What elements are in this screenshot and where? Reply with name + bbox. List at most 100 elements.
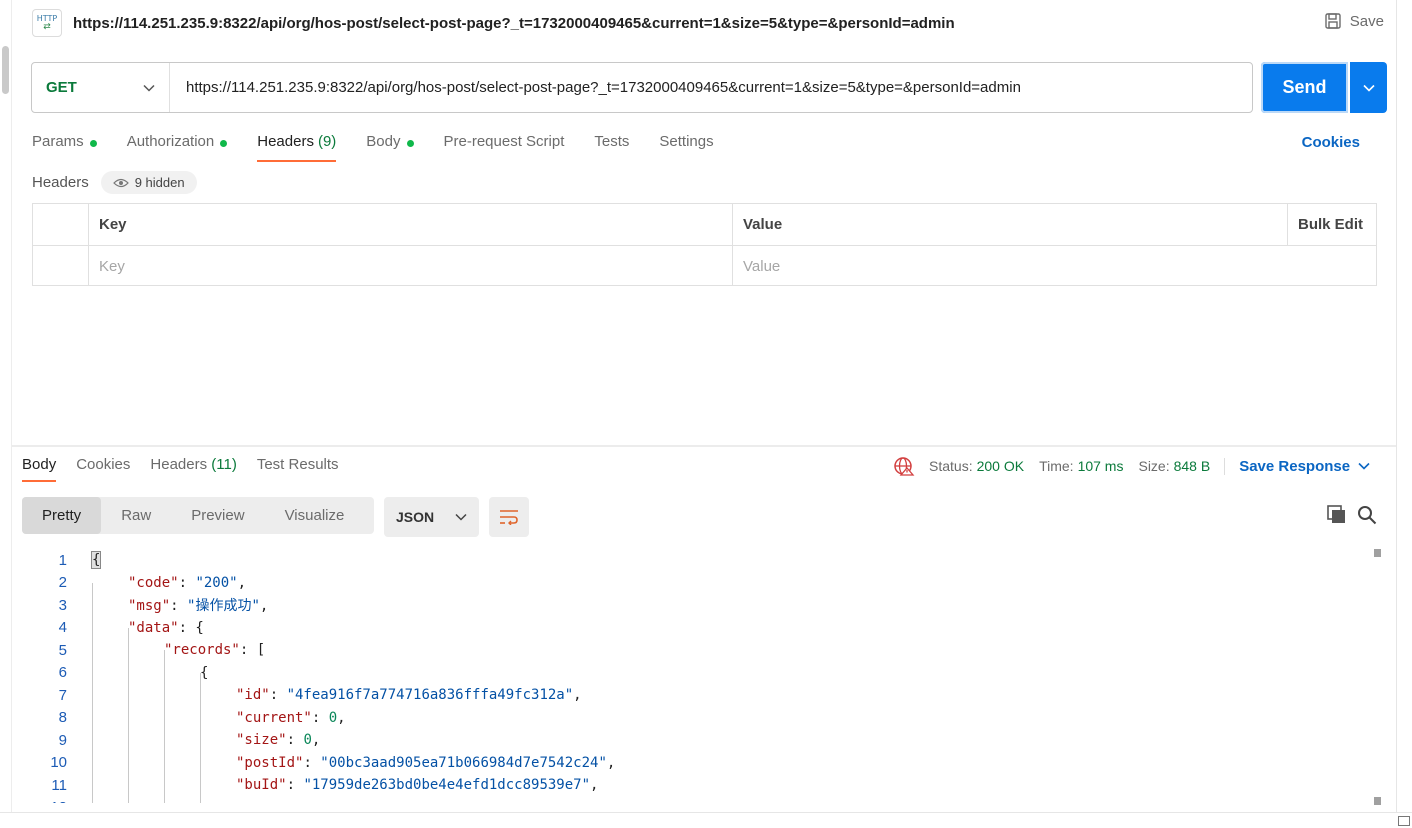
code-line: 9 "size": 0, [30, 729, 1370, 752]
tab-label: Headers [257, 133, 314, 150]
method-select[interactable]: GET [32, 63, 170, 112]
save-button[interactable]: Save [1324, 12, 1384, 30]
request-bar: GET https://114.251.235.9:8322/api/org/h… [31, 62, 1253, 113]
headers-table: Key Value Bulk Edit Key Value [32, 203, 1377, 286]
code-line: 6{ [30, 662, 1370, 685]
tab-active-dot [220, 140, 228, 147]
code-line: 2 "code": "200", [30, 572, 1370, 595]
save-response-button[interactable]: Save Response [1224, 457, 1370, 475]
save-response-label: Save Response [1239, 457, 1351, 475]
request-title[interactable]: https://114.251.235.9:8322/api/org/hos-p… [73, 15, 955, 32]
url-input[interactable]: https://114.251.235.9:8322/api/org/hos-p… [170, 79, 1252, 96]
tab-active-dot [89, 140, 97, 147]
search-icon[interactable] [1357, 505, 1377, 525]
json-key: "records" [164, 642, 240, 659]
code-line: 11 "buId": "17959de263bd0be4e4efd1dcc8953… [30, 774, 1370, 797]
json-value: "操作成功" [187, 598, 260, 615]
code-line: 4 "data": { [30, 617, 1370, 640]
tab-label: Body [366, 133, 401, 150]
response-tab-headers[interactable]: Headers (11) [150, 456, 236, 482]
status-value[interactable]: 200 OK [977, 458, 1024, 474]
tab-pre-request-script[interactable]: Pre-request Script [444, 128, 565, 162]
json-value: "4fea916f7a774716a836fffa49fc312a" [286, 687, 574, 704]
send-button[interactable]: Send [1261, 62, 1348, 113]
size-label: Size: [1138, 458, 1170, 474]
status-group: Status: 200 OK [929, 458, 1024, 474]
eye-icon [112, 178, 129, 187]
http-request-icon: HTTP ⇄ [32, 9, 62, 37]
wrap-lines-button[interactable] [489, 497, 529, 537]
scroll-down-arrow[interactable] [1374, 797, 1381, 805]
response-tabs: Body Cookies Headers (11) Test Results [22, 456, 359, 482]
json-key: "buId" [236, 777, 287, 794]
response-tab-body[interactable]: Body [22, 456, 57, 482]
cookies-link[interactable]: Cookies [1302, 134, 1360, 151]
tab-active-dot [406, 140, 414, 147]
scroll-up-arrow[interactable] [1374, 549, 1381, 557]
method-label: GET [46, 79, 77, 96]
save-label: Save [1349, 12, 1384, 30]
right-panel-edge [1396, 0, 1397, 812]
tab-headers[interactable]: Headers (9) [257, 128, 337, 162]
row-checkbox-cell [33, 246, 89, 286]
response-status-area: Status: 200 OK Time: 107 ms Size: 848 B Sav… [893, 456, 1370, 476]
json-value: "200" [195, 574, 238, 591]
response-tab-cookies[interactable]: Cookies [76, 456, 130, 482]
line-number: 1 [58, 551, 67, 569]
table-row: Key Value [33, 245, 1376, 286]
line-number: 4 [58, 619, 67, 637]
request-tabs: Params Authorization Headers (9) Body Pre… [32, 128, 744, 162]
body-view-toggle: Pretty Raw Preview Visualize [22, 497, 374, 534]
size-value[interactable]: 848 B [1174, 458, 1211, 474]
view-raw-button[interactable]: Raw [101, 497, 171, 534]
value-input[interactable]: Value [733, 246, 1288, 286]
tab-label: Pre-request Script [443, 133, 565, 150]
response-body-code[interactable]: 1{ 2 "code": "200", 3 "msg": "操作成功", 4 "dat… [30, 549, 1370, 803]
time-value[interactable]: 107 ms [1078, 458, 1124, 474]
format-label: JSON [396, 509, 435, 525]
format-select[interactable]: JSON [384, 497, 479, 537]
left-scrollbar-thumb[interactable] [2, 46, 9, 94]
hidden-count: 9 hidden [134, 175, 185, 190]
request-title-bar: HTTP ⇄ https://114.251.235.9:8322/api/or… [32, 8, 1392, 38]
json-key: "size" [236, 732, 287, 749]
send-options-button[interactable] [1350, 62, 1387, 113]
tab-params[interactable]: Params [32, 128, 97, 162]
view-pretty-button[interactable]: Pretty [22, 497, 102, 534]
status-bar [0, 812, 1412, 828]
time-group: Time: 107 ms [1039, 458, 1123, 474]
key-column-header: Key [89, 204, 733, 245]
line-number: 5 [58, 641, 67, 659]
response-pane-divider[interactable] [12, 445, 1396, 447]
chevron-down-icon [143, 84, 155, 92]
tab-label: Authorization [126, 133, 215, 150]
key-input[interactable]: Key [89, 246, 733, 286]
tab-tests[interactable]: Tests [594, 128, 629, 162]
table-header-row: Key Value Bulk Edit [33, 204, 1376, 245]
tab-count: (9) [317, 133, 337, 150]
time-label: Time: [1039, 458, 1074, 474]
bulk-edit-button[interactable]: Bulk Edit [1288, 204, 1376, 245]
tab-body[interactable]: Body [366, 128, 414, 162]
view-visualize-button[interactable]: Visualize [265, 497, 365, 534]
network-globe-icon[interactable] [893, 456, 915, 476]
copy-icon[interactable] [1327, 505, 1347, 525]
json-key: "current" [236, 709, 312, 726]
chevron-down-icon [1358, 462, 1370, 470]
code-line: 3 "msg": "操作成功", [30, 594, 1370, 617]
code-line: 1{ [30, 549, 1370, 572]
view-preview-button[interactable]: Preview [171, 497, 264, 534]
hidden-headers-toggle[interactable]: 9 hidden [100, 171, 197, 194]
code-scrollbar[interactable] [1372, 549, 1382, 805]
json-value: 0 [303, 732, 312, 749]
checkbox-column-header [33, 204, 89, 245]
tab-authorization[interactable]: Authorization [127, 128, 228, 162]
layout-toggle-icon[interactable] [1398, 816, 1410, 826]
response-tab-test-results[interactable]: Test Results [257, 456, 339, 482]
tab-settings[interactable]: Settings [659, 128, 713, 162]
json-key: "msg" [128, 598, 171, 615]
headers-label: Headers [32, 174, 89, 191]
tab-label: Params [32, 133, 84, 150]
tab-label: Tests [594, 133, 630, 150]
json-value: 0 [328, 709, 338, 726]
